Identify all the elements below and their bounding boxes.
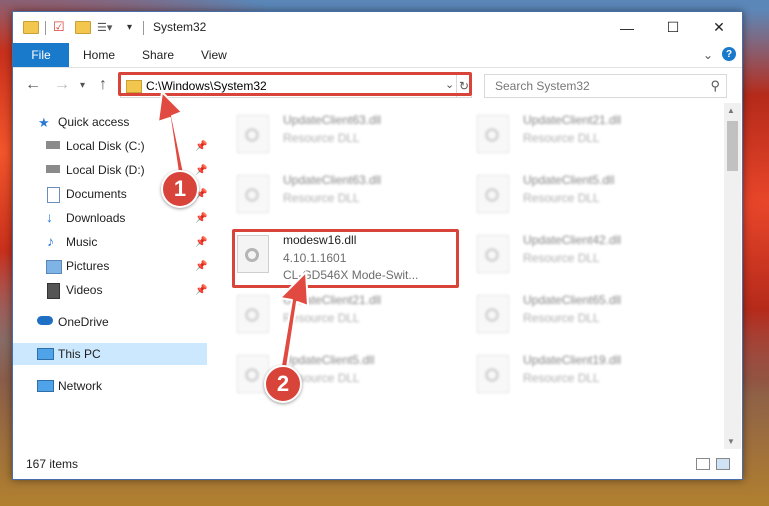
callout-2: 2	[264, 365, 302, 403]
callout-1: 1	[161, 170, 199, 208]
arrow-1	[157, 91, 186, 180]
annotation-arrows	[157, 91, 309, 375]
arrow-2	[279, 271, 309, 375]
